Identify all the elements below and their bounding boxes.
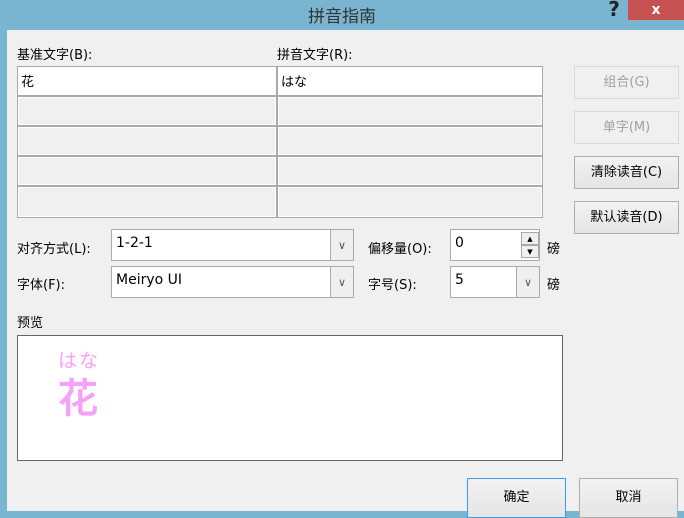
ruby-text-cell[interactable]: [278, 187, 542, 217]
preview-box: はな 花: [17, 335, 563, 461]
chevron-down-icon[interactable]: ∨: [330, 267, 353, 297]
spin-up-icon[interactable]: ▲: [521, 232, 539, 245]
dialog-title: 拼音指南: [308, 7, 376, 27]
base-text-cell[interactable]: 花: [18, 67, 276, 95]
size-label: 字号(S):: [368, 278, 417, 293]
ruby-text-cell[interactable]: はな: [278, 67, 542, 95]
chevron-down-icon[interactable]: ∨: [330, 230, 353, 260]
ruby-text-cell[interactable]: [278, 97, 542, 125]
alignment-select[interactable]: 1-2-1 ∨: [111, 229, 354, 261]
size-select[interactable]: 5 ∨: [450, 266, 540, 298]
offset-label: 偏移量(O):: [368, 242, 432, 257]
close-button[interactable]: x: [628, 0, 684, 20]
ruby-text-label: 拼音文字(R):: [277, 48, 353, 63]
dialog-body: 基准文字(B): 拼音文字(R): 花 はな 组合(G) 单字(M) 清除读音(…: [7, 30, 684, 518]
cancel-button[interactable]: 取消: [579, 478, 678, 518]
preview-label: 预览: [17, 316, 44, 331]
title-bar: 拼音指南 ? x: [0, 0, 684, 30]
clear-reading-button[interactable]: 清除读音(C): [574, 156, 679, 189]
font-label: 字体(F):: [17, 278, 66, 293]
ruby-text-cell[interactable]: [278, 157, 542, 185]
offset-value: 0: [455, 235, 464, 251]
ruby-text-cell[interactable]: [278, 127, 542, 155]
chevron-down-icon[interactable]: ∨: [516, 267, 539, 297]
base-text-cell[interactable]: [18, 97, 276, 125]
base-text-cell[interactable]: [18, 187, 276, 217]
alignment-label: 对齐方式(L):: [17, 242, 91, 257]
spin-down-icon[interactable]: ▼: [521, 245, 539, 258]
font-select[interactable]: Meiryo UI ∨: [111, 266, 354, 298]
alignment-value: 1-2-1: [116, 235, 153, 251]
ok-button[interactable]: 确定: [467, 478, 566, 518]
preview-base-text: 花: [58, 376, 98, 422]
base-text-cell[interactable]: [18, 127, 276, 155]
group-button[interactable]: 组合(G): [574, 66, 679, 99]
default-reading-button[interactable]: 默认读音(D): [574, 201, 679, 234]
size-unit-label: 磅: [547, 278, 561, 293]
base-text-cell[interactable]: [18, 157, 276, 185]
offset-unit-label: 磅: [547, 242, 561, 257]
mono-button[interactable]: 单字(M): [574, 111, 679, 144]
font-value: Meiryo UI: [116, 272, 183, 288]
base-text-label: 基准文字(B):: [17, 48, 93, 63]
ruby-grid: 花 はな: [17, 66, 543, 218]
help-button[interactable]: ?: [604, 0, 624, 21]
offset-spinner[interactable]: 0 ▲ ▼: [450, 229, 540, 261]
size-value: 5: [455, 272, 464, 288]
